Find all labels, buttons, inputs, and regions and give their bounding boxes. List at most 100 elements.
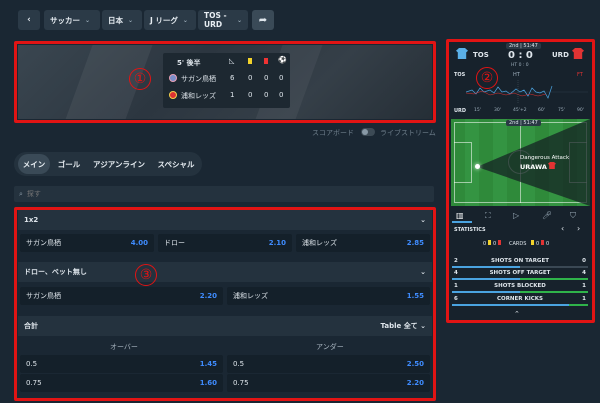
odd-button[interactable]: サガン鳥栖 4.00	[20, 234, 154, 252]
odd-button[interactable]: サガン鳥栖 2.20	[20, 287, 223, 305]
chevron-down-icon: ⌄	[420, 268, 426, 276]
away-stat: 0	[264, 91, 269, 99]
away-shirt-icon	[548, 162, 556, 169]
corner-icon: ◺	[229, 57, 235, 65]
statistics-label: STATISTICS	[454, 227, 486, 233]
odd-button[interactable]: 0.5 1.45	[20, 355, 223, 373]
red-card-icon	[541, 240, 544, 245]
table-toggle[interactable]: Table	[380, 322, 401, 330]
market-header-1x2[interactable]: 1x2 ⌄	[18, 210, 432, 230]
odd-button[interactable]: 0.5 2.50	[227, 355, 430, 373]
home-code: TOS	[473, 51, 489, 59]
breadcrumb-sport[interactable]: サッカー ⌄	[44, 10, 100, 30]
stream-toggle[interactable]	[361, 128, 375, 136]
red-card-icon	[264, 58, 268, 64]
away-code: URD	[552, 51, 569, 59]
stat-bar-home	[452, 278, 520, 280]
ball-marker	[475, 164, 480, 169]
penalty-box-left	[454, 142, 472, 183]
annotation-number: ①	[129, 68, 151, 90]
cards-away-yellow: 0	[536, 241, 540, 247]
search-icon: ⌕	[19, 189, 23, 198]
cards-label: CARDS	[509, 241, 527, 247]
share-button[interactable]: ➦	[252, 10, 274, 30]
stat-row: 4 SHOTS OFF TARGET 4	[454, 270, 586, 276]
video-tab-icon[interactable]: ▷	[513, 211, 519, 220]
stream-label: ライブストリーム	[380, 129, 436, 137]
away-team-name: 浦和レッズ	[181, 92, 216, 100]
match-time: 2nd | 51:47	[506, 43, 541, 49]
timeline-tick: 30'	[494, 108, 501, 113]
ball-icon: ⚽	[278, 56, 287, 64]
tab-specials[interactable]: スペシャル	[153, 154, 199, 174]
annotation-number: ③	[135, 264, 157, 286]
home-stat: 0	[264, 74, 269, 82]
collapse-icon[interactable]: ⌃	[514, 310, 520, 318]
red-card-icon	[498, 240, 501, 245]
home-stat: 6	[230, 74, 235, 82]
shirt-tab-icon[interactable]: ⛉	[570, 211, 576, 221]
odd-button[interactable]: 浦和レッズ 1.55	[227, 287, 430, 305]
chevron-down-icon: ⌄	[182, 16, 188, 24]
timeline-tick: 45'+2	[513, 108, 527, 113]
chevron-down-icon: ⌄	[420, 216, 426, 224]
share-icon: ➦	[258, 14, 268, 26]
lineup-tab-icon[interactable]: ⛶	[485, 211, 491, 221]
attack-status: Dangerous Attack	[520, 155, 570, 161]
away-stat: 0	[279, 91, 284, 99]
chevron-left-icon: ‹	[27, 15, 31, 25]
prev-arrow-icon[interactable]: ‹	[561, 224, 564, 233]
timeline-tick: 75'	[558, 108, 565, 113]
timeline-tick: 15'	[474, 108, 481, 113]
timeline-away-label: URD	[454, 108, 467, 114]
timeline-home-label: TOS	[454, 72, 466, 78]
search-input[interactable]	[26, 190, 407, 198]
breadcrumb-country[interactable]: 日本 ⌄	[102, 10, 142, 30]
chevron-down-icon: ⌄	[85, 16, 91, 24]
away-logo	[169, 91, 177, 99]
timeline-tick: 90'	[577, 108, 584, 113]
odd-button[interactable]: 浦和レッズ 2.85	[296, 234, 430, 252]
match-score: 0 : 0	[508, 50, 533, 61]
market-header-totals[interactable]: 合計 Table 全て ⌄	[18, 316, 432, 336]
stat-row: 2 SHOTS ON TARGET 0	[454, 258, 586, 264]
home-stat: 0	[248, 74, 253, 82]
attack-team: URAWA	[520, 163, 547, 171]
cards-home-red: 0	[493, 241, 497, 247]
odd-button[interactable]: 0.75 1.60	[20, 374, 223, 392]
stat-bar-home	[452, 291, 520, 293]
tab-asian-lines[interactable]: アジアンライン	[88, 154, 150, 174]
scoreboard-panel: 5' 後半 ◺ ⚽ サガン鳥栖 浦和レッズ 6 0 0 0 1 0 0 0	[163, 53, 290, 108]
stat-row: 1 SHOTS BLOCKED 1	[454, 283, 586, 289]
yellow-card-icon	[248, 58, 252, 64]
timeline-tick: 60'	[538, 108, 545, 113]
scoreboard-label: スコアボード	[312, 129, 354, 137]
yellow-card-icon	[531, 240, 534, 245]
filter-select[interactable]: 全て	[404, 322, 418, 330]
field-time: 2nd | 51:47	[506, 120, 541, 126]
breadcrumb-match[interactable]: TOS - URD ⌄	[198, 10, 248, 30]
odd-button[interactable]: 0.75 2.20	[227, 374, 430, 392]
stat-bar-away	[520, 291, 588, 293]
tab-goals[interactable]: ゴール	[54, 154, 84, 174]
stat-bar-away	[520, 278, 588, 280]
period: 5' 後半	[177, 59, 201, 67]
odd-button[interactable]: ドロー 2.10	[158, 234, 292, 252]
chevron-down-icon: ⌄	[128, 16, 134, 24]
breadcrumb-league[interactable]: J リーグ ⌄	[144, 10, 196, 30]
chevron-down-icon: ⌄	[236, 16, 242, 24]
stat-bar-home	[452, 304, 569, 306]
under-header: アンダー	[316, 343, 344, 351]
chevron-down-icon: ⌄	[420, 322, 426, 330]
commentary-tab-icon[interactable]: 🎤︎	[542, 211, 552, 220]
stats-tab-icon[interactable]: ▥	[456, 211, 464, 220]
market-header-draw-no-bet[interactable]: ドロー、ベット無し ⌄	[18, 262, 432, 282]
back-button[interactable]: ‹	[18, 10, 40, 30]
home-logo	[169, 74, 177, 82]
next-arrow-icon[interactable]: ›	[577, 224, 580, 233]
search-box[interactable]: ⌕	[14, 186, 434, 202]
tab-main[interactable]: メイン	[18, 154, 50, 174]
over-header: オーバー	[110, 343, 138, 351]
home-stat: 0	[279, 74, 284, 82]
annotation-number: ②	[476, 67, 498, 89]
